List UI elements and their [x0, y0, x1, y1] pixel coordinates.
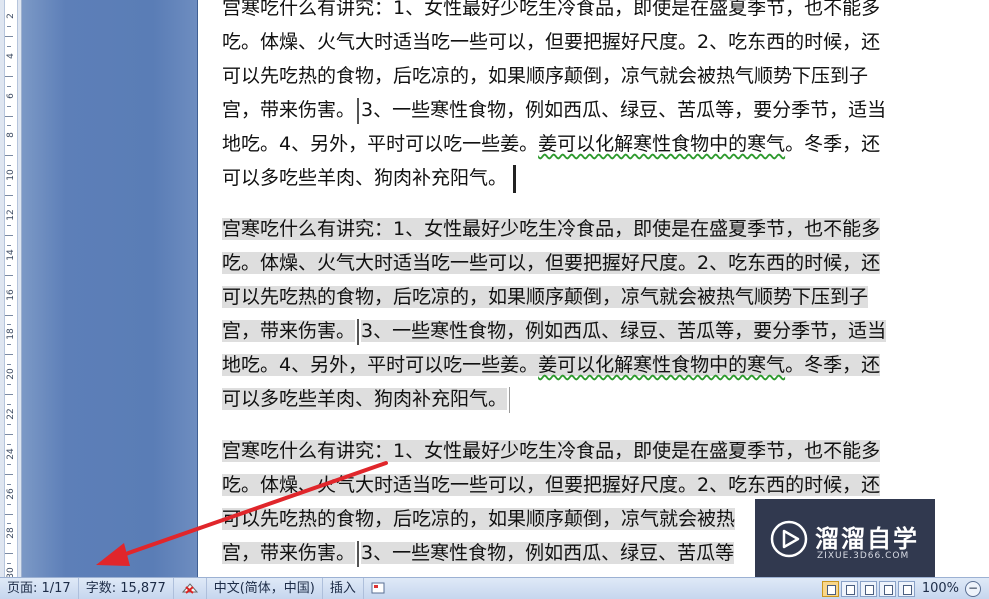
- ruler-number: 18: [6, 328, 16, 341]
- ruler-tick: [5, 274, 13, 276]
- grammar-underline[interactable]: 姜可以化解寒性食物中的寒气: [538, 354, 786, 376]
- ruler-tick: [7, 304, 11, 306]
- draft-view-button[interactable]: [897, 580, 915, 597]
- ruler-tick: [7, 483, 11, 485]
- ruler-tick: [5, 234, 13, 236]
- ruler-tick: [7, 105, 11, 107]
- ruler-tick: [7, 264, 11, 266]
- ruler-tick: [5, 473, 13, 475]
- text-line: 可以先吃热的食物，后吃凉的，如果顺序颠倒，凉气就会被热气顺势下压到子: [222, 286, 869, 308]
- zoom-level[interactable]: 100%: [916, 581, 965, 596]
- text-line: 可以多吃些羊肉、狗肉补充阳气。: [222, 161, 916, 195]
- ruler-number: 4: [6, 52, 16, 59]
- document-page[interactable]: 宫寒吃什么有讲究：1、女性最好少吃生冷食品，即使是在盛夏季节，也不能多 吃。体燥…: [197, 0, 989, 577]
- ruler-number: 26: [6, 487, 16, 500]
- text-line: 可以多吃些羊肉、狗肉补充阳气。: [222, 382, 916, 416]
- text-line: 地吃。4、另外，平时可以吃一些姜。姜可以化解寒性食物中的寒气。冬季，还: [222, 133, 881, 155]
- watermark-brand: 溜溜自学: [815, 525, 919, 553]
- language-indicator[interactable]: 中文(简体，中国): [207, 577, 323, 599]
- macro-record[interactable]: [364, 578, 392, 599]
- ruler-tick: [5, 155, 13, 157]
- watermark-logo: 溜溜自学 ZIXUE.3D66.COM: [755, 499, 935, 583]
- text-line: 宫，带来伤害。 3、一些寒性食物，例如西瓜、绿豆、苦瓜等，要分季节，适当: [222, 93, 916, 127]
- ibeam-cursor-icon: [357, 540, 360, 567]
- ruler-tick: [7, 284, 11, 286]
- ibeam-cursor-icon: [357, 97, 360, 124]
- ruler-tick: [7, 85, 11, 87]
- proofing-book-icon: [181, 583, 198, 594]
- ruler-tick: [5, 35, 13, 37]
- view-controls: 100% −: [821, 578, 989, 599]
- ruler-number: 12: [6, 209, 16, 221]
- text-line: 宫寒吃什么有讲究：1、女性最好少吃生冷食品，即使是在盛夏季节，也不能多: [222, 440, 881, 462]
- ruler-number: 20: [6, 368, 16, 380]
- text-line: 宫，带来伤害。 3、一些寒性食物，例如西瓜、绿豆、苦瓜等，要分季节，适当: [222, 314, 916, 348]
- proofing-status[interactable]: [174, 577, 207, 599]
- word-count[interactable]: 字数: 15,877: [79, 577, 174, 599]
- vertical-ruler[interactable]: 2 4 6 8 10 12 14 16 18 20 22 24 26 28 30: [0, 0, 22, 577]
- ruler-number: 8: [6, 132, 16, 139]
- ruler-tick: [5, 75, 13, 77]
- ruler-tick: [7, 503, 11, 505]
- ruler-tick: [5, 394, 13, 396]
- status-bar: 页面: 1/17 字数: 15,877 中文(简体，中国) 插入 100% −: [0, 577, 989, 599]
- ruler-number: 24: [6, 448, 16, 460]
- paragraph-1[interactable]: 宫寒吃什么有讲究：1、女性最好少吃生冷食品，即使是在盛夏季节，也不能多 吃。体燥…: [222, 0, 916, 195]
- ruler-number: 16: [6, 288, 16, 301]
- ruler-tick: [7, 244, 11, 246]
- ruler-tick: [5, 354, 13, 356]
- ruler-number: 22: [6, 408, 16, 420]
- ruler-tick: [7, 45, 11, 47]
- ruler-tick: [5, 314, 13, 316]
- play-logo-icon: [770, 520, 808, 558]
- text-line: 吃。体燥、火气大时适当吃一些可以，但要把握好尺度。2、吃东西的时候，还: [222, 31, 881, 53]
- ruler-number: 10: [6, 169, 16, 181]
- text-line: 吃。体燥、火气大时适当吃一些可以，但要把握好尺度。2、吃东西的时候，还: [222, 252, 881, 274]
- text-line: 地吃。4、另外，平时可以吃一些姜。姜可以化解寒性食物中的寒气。冬季，还: [222, 354, 881, 376]
- ruler-tick: [7, 404, 11, 406]
- insert-mode[interactable]: 插入: [323, 577, 364, 599]
- ruler-tick: [7, 344, 11, 346]
- ruler-number: 6: [6, 92, 16, 99]
- ruler-number: 2: [6, 13, 16, 19]
- ruler-tick: [7, 185, 11, 187]
- ruler-tick: [7, 25, 11, 27]
- ruler-tick: [7, 384, 11, 386]
- zoom-out-button[interactable]: −: [965, 580, 981, 597]
- text-line: 可以先吃热的食物，后吃凉的，如果顺序颠倒，凉气就会被热气顺势下压到子: [222, 65, 869, 87]
- ruler-tick: [7, 65, 11, 67]
- macro-record-icon: [371, 582, 385, 594]
- full-screen-reading-view-button[interactable]: [840, 580, 858, 597]
- ruler-tick: [5, 115, 13, 117]
- web-layout-view-button[interactable]: [859, 580, 877, 597]
- print-layout-view-button[interactable]: [821, 580, 839, 597]
- outline-view-button[interactable]: [878, 580, 896, 597]
- ruler-tick: [7, 145, 11, 147]
- watermark-site: ZIXUE.3D66.COM: [817, 551, 910, 561]
- page-gutter: [22, 0, 197, 577]
- ruler-tick: [5, 195, 13, 197]
- ruler-number: 28: [6, 527, 16, 540]
- ruler-tick: [5, 433, 13, 435]
- grammar-underline[interactable]: 姜可以化解寒性食物中的寒气: [538, 133, 785, 155]
- ruler-tick: [7, 205, 11, 207]
- ruler-number: 30: [6, 567, 16, 577]
- ruler-tick: [5, 513, 13, 515]
- text-line: 宫寒吃什么有讲究：1、女性最好少吃生冷食品，即使是在盛夏季节，也不能多: [222, 218, 881, 240]
- ruler-tick: [7, 463, 11, 465]
- ibeam-cursor-icon: [357, 318, 360, 345]
- ruler-tick: [7, 423, 11, 425]
- ruler-tick: [7, 443, 11, 445]
- ruler-number: 14: [6, 249, 16, 261]
- ruler-tick: [7, 224, 11, 226]
- paragraph-2[interactable]: 宫寒吃什么有讲究：1、女性最好少吃生冷食品，即使是在盛夏季节，也不能多 吃。体燥…: [222, 212, 916, 416]
- ibeam-cursor-icon: [509, 386, 511, 413]
- ruler-tick: [5, 553, 13, 555]
- ruler-tick: [7, 543, 11, 545]
- page-count[interactable]: 页面: 1/17: [0, 577, 79, 599]
- text-line: 吃。体燥、火气大时适当吃一些可以，但要把握好尺度。2、吃东西的时候，还: [222, 474, 881, 496]
- text-cursor: [513, 164, 517, 193]
- text-line: 宫寒吃什么有讲究：1、女性最好少吃生冷食品，即使是在盛夏季节，也不能多: [222, 0, 881, 19]
